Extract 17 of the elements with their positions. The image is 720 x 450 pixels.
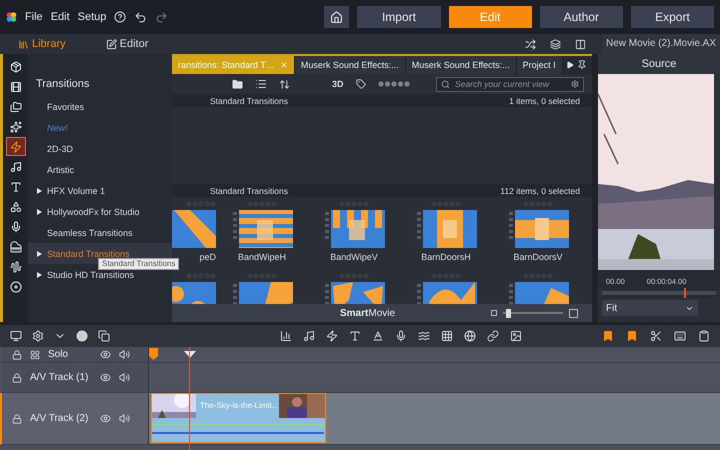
track-name: A/V Track (2): [30, 413, 90, 424]
category-title: Transitions: [36, 78, 90, 90]
transition-name: BandWipeH: [238, 252, 286, 262]
transition-name: BandWipeV: [330, 252, 378, 262]
item-count: 1 items, 0 selected: [509, 96, 580, 106]
section-title: Standard Transitions: [210, 96, 288, 106]
item-count: 112 items, 0 selected: [500, 186, 580, 196]
tooltip: Standard Transitions: [98, 258, 180, 270]
transition-name: peD: [199, 252, 216, 262]
preview-title: Source: [598, 54, 720, 74]
section-title: Standard Transitions: [210, 186, 288, 196]
track-name: Solo: [48, 349, 70, 360]
transition-name: BarnDoorsV: [513, 252, 563, 262]
clip-title: The-Sky-is-the-Limit...: [200, 401, 278, 410]
track-name: A/V Track (1): [30, 372, 90, 383]
transition-name: BarnDoorsH: [421, 252, 471, 262]
movie-title: New Movie (2).Movie.AX: [602, 34, 720, 54]
